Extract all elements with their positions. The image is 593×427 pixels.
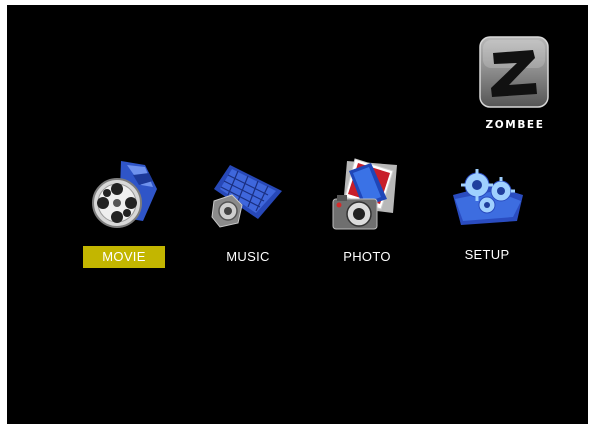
menu-item-movie[interactable]: MOVIE [75, 155, 171, 285]
menu-label-movie: MOVIE [83, 246, 165, 268]
zombee-logo: ZOMBEE [477, 36, 553, 131]
menu-label-photo: PHOTO [343, 249, 391, 264]
film-reel-icon [92, 161, 157, 228]
menu-item-music[interactable]: MUSIC [200, 155, 296, 285]
menu-item-setup[interactable]: SETUP [439, 155, 535, 285]
logo-z-icon [479, 36, 549, 108]
menu-label-setup: SETUP [464, 247, 510, 262]
camera-photos-icon [332, 158, 397, 230]
gears-folder-icon [453, 169, 523, 225]
brand-name: ZOMBEE [485, 119, 545, 131]
menu-item-photo[interactable]: PHOTO [319, 155, 415, 285]
menu-label-music: MUSIC [226, 249, 270, 264]
media-menu-screen: ZOMBEE MOVIE MUSIC PHOTO SETUP [7, 5, 588, 424]
keyboard-speaker-icon [211, 165, 282, 228]
